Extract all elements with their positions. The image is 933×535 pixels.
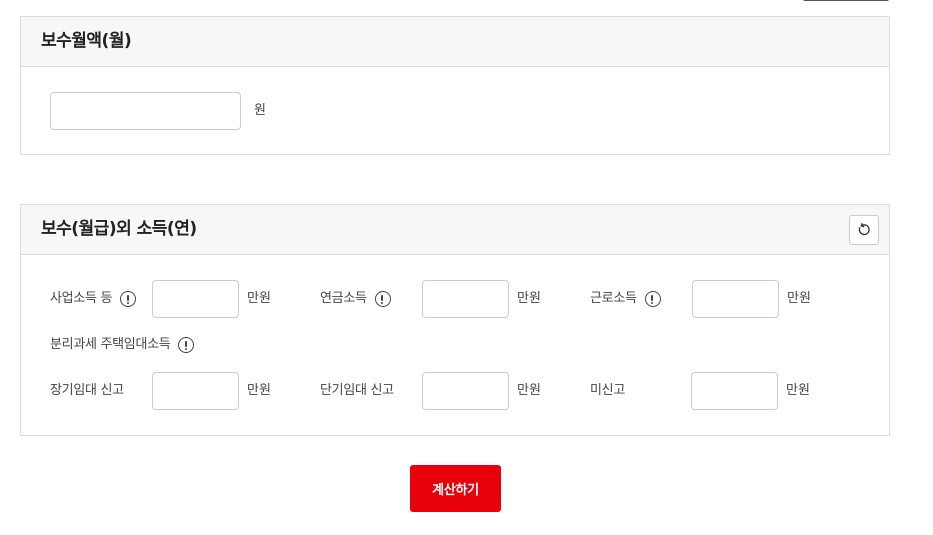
other-income-section-header: 보수(월급)외 소득(연) (21, 205, 889, 255)
salary-section: 보수월액(월) 원 (20, 16, 890, 155)
pension-income-unit: 만원 (517, 291, 541, 306)
business-income-unit: 만원 (247, 291, 271, 306)
salary-input[interactable] (50, 92, 241, 130)
earned-income-label: 근로소득 (590, 280, 661, 319)
salary-unit: 원 (254, 103, 266, 118)
unreported-rental-input[interactable] (691, 372, 778, 410)
reset-button[interactable] (849, 215, 879, 245)
unreported-rental-unit: 만원 (786, 383, 810, 398)
earned-income-unit: 만원 (787, 291, 811, 306)
long-term-rental-input[interactable] (152, 372, 239, 410)
long-term-rental-unit: 만원 (247, 383, 271, 398)
pension-income-input[interactable] (422, 280, 509, 318)
rental-income-info-icon[interactable] (178, 337, 195, 353)
salary-section-header: 보수월액(월) (21, 17, 889, 67)
business-income-label: 사업소득 등 (50, 280, 137, 319)
reset-icon (858, 223, 870, 236)
other-income-section: 보수(월급)외 소득(연) 사업소득 등 만원 연금소득 만원 근로소득 만원 … (20, 204, 890, 436)
earned-income-input[interactable] (692, 280, 779, 318)
business-income-info-icon[interactable] (120, 291, 137, 307)
top-tab-edge (803, 0, 889, 1)
earned-income-info-icon[interactable] (644, 291, 661, 307)
pension-income-label: 연금소득 (320, 280, 391, 319)
short-term-rental-label: 단기임대 신고 (320, 383, 394, 398)
salary-section-title: 보수월액(월) (41, 31, 132, 51)
calculate-button[interactable]: 계산하기 (410, 465, 501, 512)
other-income-section-title: 보수(월급)외 소득(연) (41, 219, 197, 239)
rental-income-group-label: 분리과세 주택임대소득 (50, 333, 195, 358)
pension-income-info-icon[interactable] (374, 291, 391, 307)
short-term-rental-input[interactable] (422, 372, 509, 410)
short-term-rental-unit: 만원 (517, 383, 541, 398)
long-term-rental-label: 장기임대 신고 (50, 383, 124, 398)
business-income-input[interactable] (152, 280, 239, 318)
unreported-rental-label: 미신고 (590, 383, 625, 398)
